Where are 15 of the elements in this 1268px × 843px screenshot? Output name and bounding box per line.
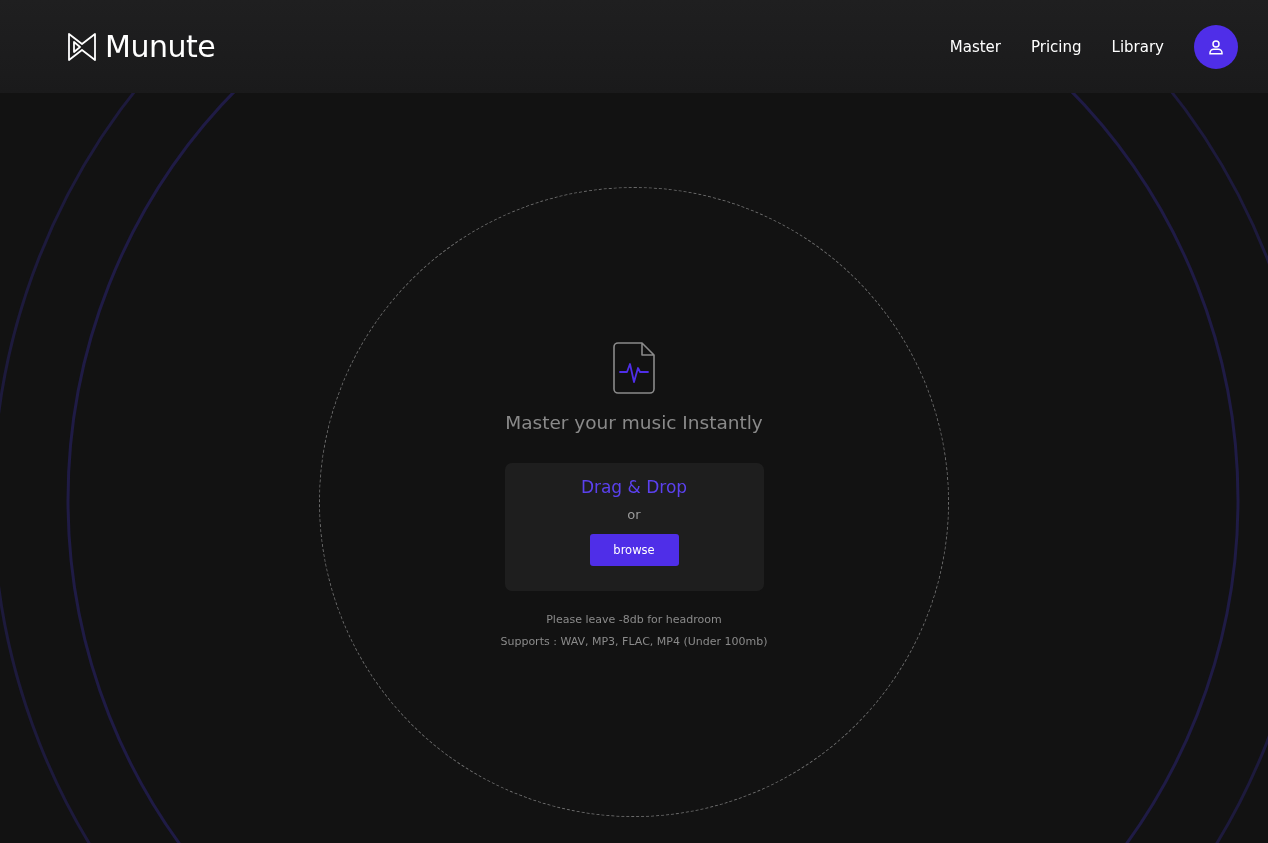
logo-icon bbox=[67, 31, 97, 62]
nav-link[interactable]: Pricing bbox=[1031, 37, 1082, 56]
upload-heading: Master your music Instantly bbox=[505, 412, 763, 433]
browse-button[interactable]: browse bbox=[589, 534, 679, 566]
nav-link[interactable]: Master bbox=[949, 37, 1001, 56]
upload-note: Please leave -8db for headroom bbox=[546, 613, 722, 626]
or-label: or bbox=[627, 507, 641, 522]
audio-file-icon bbox=[613, 342, 655, 394]
user-icon bbox=[1207, 37, 1225, 56]
nav-link[interactable]: Library bbox=[1111, 37, 1164, 56]
upload-note: Supports : WAV, MP3, FLAC, MP4 (Under 100mb) bbox=[500, 635, 768, 648]
profile-button[interactable] bbox=[1194, 24, 1238, 69]
drop-zone[interactable]: Master your music Instantly Drag & Drop or browse Please leave -8db for headroom Supports : WAV, MP3, FLAC, MP4 (Under 100mb) bbox=[319, 187, 949, 817]
brand-name: Munute bbox=[105, 29, 216, 64]
drag-drop-label: Drag & Drop bbox=[580, 477, 688, 497]
